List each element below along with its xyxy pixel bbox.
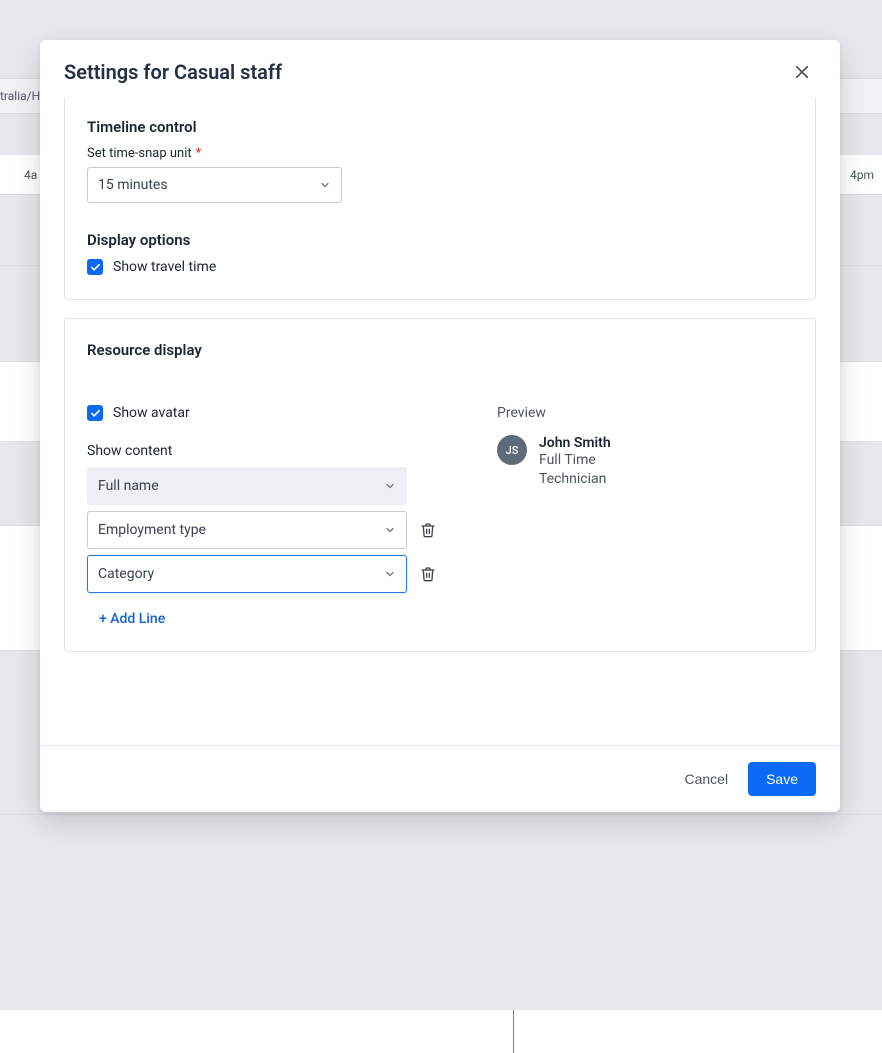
close-icon bbox=[793, 63, 811, 81]
trash-icon bbox=[420, 566, 436, 582]
preview-line-3: Technician bbox=[539, 470, 611, 489]
chevron-down-icon bbox=[384, 568, 396, 580]
preview-label: Preview bbox=[497, 405, 793, 421]
delete-line-3-button[interactable] bbox=[419, 565, 437, 583]
show-avatar-label: Show avatar bbox=[113, 405, 190, 421]
display-options-title: Display options bbox=[87, 231, 793, 249]
resource-display-title: Resource display bbox=[87, 341, 793, 359]
show-avatar-checkbox[interactable] bbox=[87, 405, 103, 421]
check-icon bbox=[90, 262, 101, 273]
content-line-1-select[interactable]: Full name bbox=[87, 467, 407, 505]
preview-line-2: Full Time bbox=[539, 451, 611, 470]
modal-overlay: Settings for Casual staff Timeline contr… bbox=[0, 0, 882, 858]
cancel-button[interactable]: Cancel bbox=[678, 763, 734, 795]
content-line-2-value: Employment type bbox=[98, 522, 206, 538]
avatar: JS bbox=[497, 435, 527, 465]
preview-name: John Smith bbox=[539, 435, 611, 451]
save-button[interactable]: Save bbox=[748, 762, 816, 796]
current-time-indicator bbox=[513, 1010, 514, 1053]
time-snap-select[interactable]: 15 minutes bbox=[87, 167, 342, 203]
settings-modal: Settings for Casual staff Timeline contr… bbox=[40, 40, 840, 812]
show-content-label: Show content bbox=[87, 443, 437, 459]
content-line-1-value: Full name bbox=[98, 478, 159, 494]
show-travel-time-label: Show travel time bbox=[113, 259, 216, 275]
content-line-2-select[interactable]: Employment type bbox=[87, 511, 407, 549]
close-button[interactable] bbox=[788, 58, 816, 86]
chevron-down-icon bbox=[384, 480, 396, 492]
content-line-3-value: Category bbox=[98, 566, 154, 582]
time-snap-label: Set time-snap unit * bbox=[87, 146, 793, 161]
modal-title: Settings for Casual staff bbox=[64, 60, 282, 84]
content-line-3-select[interactable]: Category bbox=[87, 555, 407, 593]
show-travel-time-checkbox[interactable] bbox=[87, 259, 103, 275]
add-line-button[interactable]: + Add Line bbox=[99, 611, 165, 627]
timeline-control-title: Timeline control bbox=[87, 118, 793, 136]
delete-line-2-button[interactable] bbox=[419, 521, 437, 539]
required-indicator: * bbox=[196, 146, 202, 161]
check-icon bbox=[90, 408, 101, 419]
preview-card: JS John Smith Full Time Technician bbox=[497, 435, 793, 489]
chevron-down-icon bbox=[384, 524, 396, 536]
time-snap-value: 15 minutes bbox=[98, 177, 168, 193]
timeline-display-card: Timeline control Set time-snap unit * 15… bbox=[64, 98, 816, 300]
resource-display-card: Resource display Show avatar Show conten… bbox=[64, 318, 816, 652]
chevron-down-icon bbox=[319, 179, 331, 191]
trash-icon bbox=[420, 522, 436, 538]
